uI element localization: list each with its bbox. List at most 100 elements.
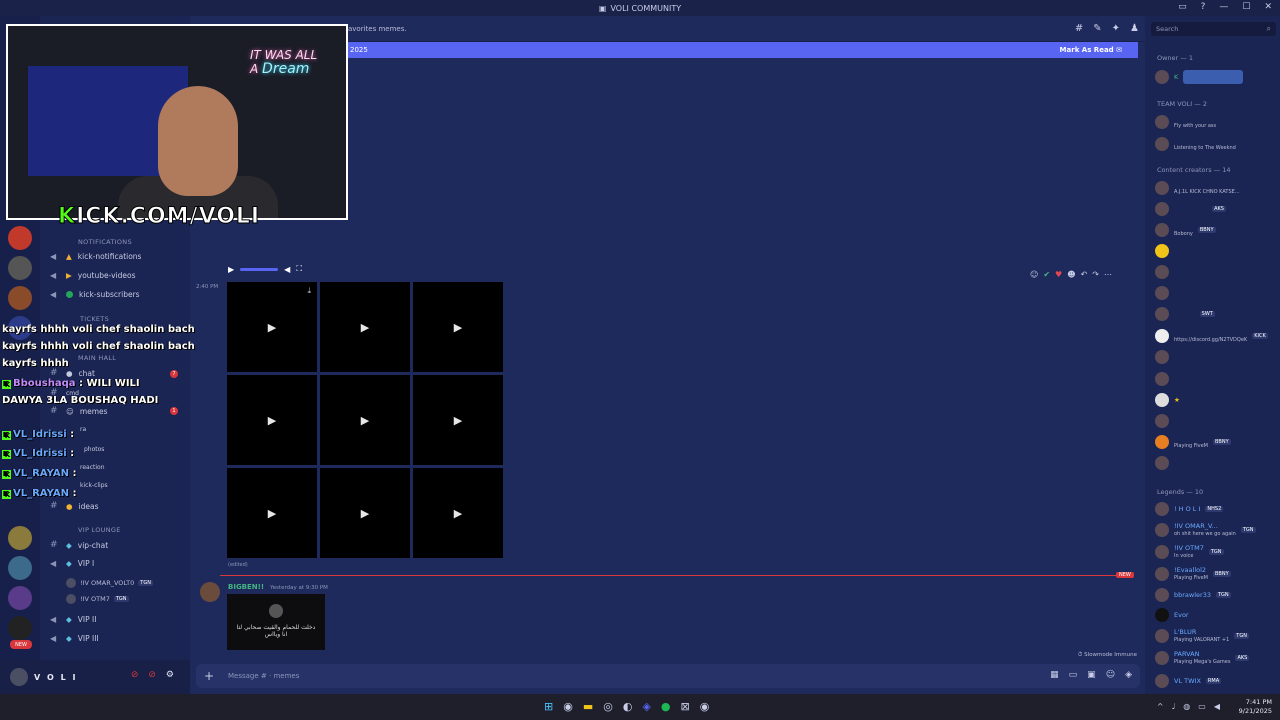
taskbar-clock[interactable]: 7:41 PM 9/21/2025 [1239,698,1272,716]
file-explorer-icon[interactable]: ▬ [583,700,593,713]
member-item[interactable]: VL TWIX RMA [1155,674,1222,688]
member-item[interactable]: ★ [1155,393,1180,407]
member-item[interactable] [1155,286,1169,300]
channel-ra[interactable]: ra [80,426,86,433]
help-icon[interactable]: ? [1201,2,1206,12]
video-attachment[interactable]: ▶ [320,282,410,372]
notification-icon[interactable]: ✎ [1093,23,1101,34]
emoji-icon[interactable]: ☺ [1106,670,1115,680]
member-item[interactable]: !Evaallol2 Playing FiveM BBNY [1155,566,1231,582]
steam-icon[interactable]: ◐ [623,700,633,713]
play-icon[interactable]: ▶ [454,414,462,427]
video-attachment[interactable]: ▶ [413,468,503,558]
category-vip-lounge[interactable]: VIP LOUNGE [78,526,121,534]
network-icon[interactable]: ▭ [1198,702,1206,711]
message-composer[interactable]: + Message # · memes ▦ ▭ ▣ ☺ ◈ [196,664,1140,688]
message-input[interactable]: Message # · memes [228,672,299,680]
play-icon[interactable]: ▶ [361,414,369,427]
member-item[interactable] [1155,414,1169,428]
maximize-button[interactable]: ☐ [1242,2,1250,12]
video-attachment[interactable]: ▶ [413,282,503,372]
gift-icon[interactable]: ▦ [1050,670,1059,680]
inbox-icon[interactable]: ▭ [1178,2,1187,12]
avatar[interactable] [200,582,220,602]
avatar[interactable] [10,668,28,686]
chrome-icon[interactable]: ◉ [563,700,573,713]
forward-icon[interactable]: ↷ [1092,270,1099,279]
mic-muted-icon[interactable]: ⊘ [131,670,139,680]
member-item[interactable] [1155,244,1169,258]
voice-user[interactable]: !IV OTM7 TGN [66,594,129,604]
channel-kick-clips[interactable]: kick-clips [80,482,108,489]
message-author[interactable]: BIGBEN!! Yesterday at 9:30 PM [228,583,328,591]
windows-start-icon[interactable]: ⊞ [544,700,553,713]
member-item[interactable]: bbrawler33 TGN [1155,588,1231,602]
member-item[interactable]: Listening to The Weeknd [1155,136,1236,152]
volume-icon[interactable]: ◀ [284,265,290,274]
member-item[interactable]: SWT [1155,307,1215,321]
play-icon[interactable]: ▶ [268,321,276,334]
threads-icon[interactable]: # [1075,23,1083,34]
video-attachment[interactable]: ▶ [227,468,317,558]
laugh-emoji-icon[interactable]: ☺ [1030,270,1038,279]
channel-vip-chat[interactable]: # ◆ vip-chat [50,540,108,550]
category-main-hall[interactable]: MAIN HALL [78,354,116,362]
image-attachment[interactable]: دخلت للحمام والقيت صحابي لتا انا ويااس [227,594,325,650]
fullscreen-icon[interactable]: ⛶ [296,264,302,274]
video-attachment[interactable]: ▶ [320,468,410,558]
mark-as-read-button[interactable]: Mark As Read ✉ [1060,46,1122,54]
member-item[interactable]: ! H O L I NHS2 [1155,502,1224,516]
mic-icon[interactable]: ♩ [1172,702,1176,711]
members-icon[interactable]: ♟ [1130,23,1139,34]
download-icon[interactable]: ⤓ [307,286,311,296]
reply-icon[interactable]: ↶ [1081,270,1088,279]
play-icon[interactable]: ▶ [228,265,234,274]
video-attachment[interactable]: ▶ ⤓ [227,282,317,372]
server-icon[interactable] [8,526,32,550]
voice-channel-vip3[interactable]: ◀ ◆ VIP III [50,634,99,643]
member-item[interactable]: !IV OTM7 In voice TGN [1155,544,1224,560]
more-icon[interactable]: ⋯ [1104,270,1112,279]
category-tickets[interactable]: TICKETS [80,315,109,323]
play-icon[interactable]: ▶ [268,414,276,427]
sticker-icon[interactable]: ▣ [1087,670,1096,680]
apps-icon[interactable]: ◈ [1125,670,1132,680]
server-icon[interactable] [8,286,32,310]
heart-emoji-icon[interactable]: ♥ [1055,270,1062,279]
spotify-icon[interactable]: ● [661,700,671,713]
channel-memes[interactable]: # ☺ memes [50,406,108,416]
channel-youtube-videos[interactable]: ◀ ▶ youtube-videos [50,271,136,280]
chevron-up-icon[interactable]: ^ [1157,702,1164,711]
minimize-button[interactable]: — [1219,2,1228,12]
video-attachment[interactable]: ▶ [320,375,410,465]
server-icon[interactable] [8,586,32,610]
server-icon[interactable] [8,556,32,580]
app-icon[interactable]: ◎ [603,700,613,713]
search-input[interactable]: Search ⌕ [1151,22,1276,36]
member-item[interactable]: Playing FiveM BBNY [1155,434,1231,450]
channel-chat[interactable]: # ● chat [50,368,95,378]
member-item[interactable]: !IV OMAR_V... oh shit here we go again TGN [1155,522,1256,538]
play-icon[interactable]: ▶ [268,507,276,520]
server-icon[interactable] [8,256,32,280]
video-attachment[interactable]: ▶ [413,375,503,465]
member-item[interactable] [1155,372,1169,386]
server-icon[interactable] [8,616,32,640]
channel-kick-notifications[interactable]: ◀ ▲ kick-notifications [50,252,141,261]
chrome-icon[interactable]: ◉ [700,700,710,713]
progress-slider[interactable] [240,267,279,271]
add-attachment-button[interactable]: + [204,669,214,683]
gif-icon[interactable]: ▭ [1069,670,1078,680]
app-icon[interactable]: ⊠ [681,700,690,713]
member-item[interactable]: K [1155,70,1244,84]
member-item[interactable]: AKS [1155,202,1226,216]
member-item[interactable]: Fly with your ass [1155,114,1216,130]
play-icon[interactable]: ▶ [361,507,369,520]
voice-user[interactable]: !IV OMAR_VOLT0 TGN [66,578,153,588]
category-notifications[interactable]: NOTIFICATIONS [78,238,132,246]
member-item[interactable] [1155,350,1169,364]
gear-icon[interactable]: ⚙ [166,670,174,680]
add-reaction-icon[interactable]: ☻ [1067,270,1075,279]
close-button[interactable]: ✕ [1264,2,1272,12]
app-tray-icon[interactable]: ◍ [1183,702,1190,711]
